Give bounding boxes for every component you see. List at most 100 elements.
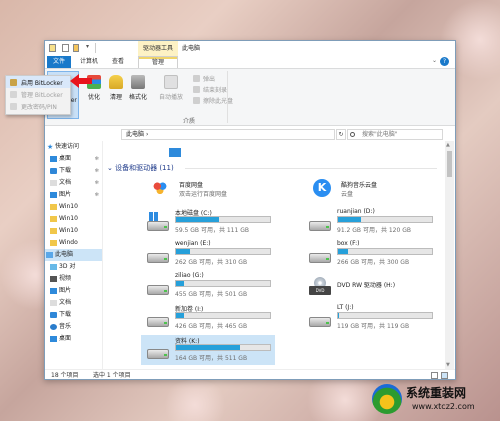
vertical-scrollbar[interactable]: ▲ ▼ [445, 141, 454, 369]
format-icon [131, 75, 145, 89]
app-tile-kugou[interactable]: K 酷狗音乐云盘 云盘 [303, 177, 437, 207]
nav-item-downloads[interactable]: 下载 ✻ [45, 165, 102, 177]
tab-view[interactable]: 查看 [107, 56, 129, 68]
ribbon-collapse-icon[interactable]: ⌄ [432, 57, 437, 64]
nav-item-pictures[interactable]: 图片 ✻ [45, 189, 102, 201]
nav-item-pictures[interactable]: 图片 [45, 285, 102, 297]
file-explorer-window: ▾ 驱动器工具 此电脑 文件 计算机 查看 管理 ⌄ ? BitLocker ▾… [44, 40, 456, 380]
menu-item-enable-bitlocker[interactable]: 启用 BitLocker [6, 76, 70, 88]
nav-item-label: 下载 [59, 311, 72, 318]
drive-tile-h[interactable]: DVD DVD RW 驱动器 (H:) [303, 271, 437, 301]
scroll-up-icon[interactable]: ▲ [446, 142, 450, 148]
bitlocker-menu: 启用 BitLocker 管理 BitLocker 更改密码/PIN [5, 75, 71, 115]
divider [95, 43, 96, 53]
password-icon [10, 102, 17, 110]
app-tile-baidu[interactable]: 百度网盘 双击运行百度网盘 [141, 177, 275, 207]
drive-tools-tab-header: 驱动器工具 [138, 41, 178, 56]
nav-item-music[interactable]: 音乐 [45, 321, 102, 333]
scrollbar-thumb[interactable] [447, 151, 452, 177]
nav-item-videos[interactable]: 视频 [45, 273, 102, 285]
details-view-icon[interactable] [431, 372, 438, 379]
drive-tile-f[interactable]: box (F:) 266 GB 可用，共 300 GB [303, 239, 437, 269]
nav-item-folder[interactable]: Win10 [45, 213, 102, 225]
watermark: 系统重装网 www.xtcz2.com [372, 382, 494, 416]
hard-drive-icon [147, 282, 169, 295]
tab-file[interactable]: 文件 [47, 56, 71, 68]
autoplay-button[interactable]: 自动播放 [157, 75, 185, 101]
erase-disc-button[interactable]: 擦除此光盘 [193, 95, 257, 106]
nav-item-label: 此电脑 [55, 251, 74, 258]
app-name: 百度网盘 [179, 182, 204, 189]
drive-name: ziliao (G:) [175, 272, 204, 279]
desktop-icon [50, 336, 57, 342]
drive-name: LT (J:) [337, 304, 354, 311]
nav-item-documents[interactable]: 文档 ✻ [45, 177, 102, 189]
nav-item-label: 桌面 [59, 335, 72, 342]
nav-item-desktop[interactable]: 桌面 [45, 333, 102, 345]
title-bar: ▾ 驱动器工具 此电脑 [45, 41, 455, 56]
nav-item-documents[interactable]: 文档 [45, 297, 102, 309]
folder-icon[interactable] [169, 148, 181, 157]
folder-icon [50, 240, 57, 246]
nav-item-label: Windo [59, 239, 78, 246]
drive-free-space: 266 GB 可用，共 300 GB [337, 259, 410, 266]
kugou-icon: K [313, 179, 331, 197]
format-button[interactable]: 格式化 [127, 75, 149, 101]
nav-item-label: 图片 [59, 191, 72, 198]
divider [227, 71, 228, 123]
drive-usage-bar [175, 216, 271, 223]
drive-tile-e[interactable]: wenjian (E:) 262 GB 可用，共 310 GB [141, 239, 275, 269]
help-icon[interactable]: ? [440, 57, 449, 66]
nav-item-desktop[interactable]: 桌面 ✻ [45, 153, 102, 165]
properties-icon[interactable] [62, 44, 69, 52]
folder-icon [50, 228, 57, 234]
nav-item-label: 下载 [59, 167, 72, 174]
cleanup-button[interactable]: 清理 [105, 75, 127, 101]
drive-tile-j[interactable]: LT (J:) 119 GB 可用，共 119 GB [303, 303, 437, 333]
format-label: 格式化 [128, 94, 147, 101]
nav-item-folder[interactable]: Windo [45, 237, 102, 249]
drive-tile-i[interactable]: 新加卷 (I:) 426 GB 可用，共 465 GB [141, 303, 275, 333]
nav-item-downloads[interactable]: 下载 [45, 309, 102, 321]
media-group-label: 介质 [183, 118, 196, 125]
download-icon [50, 168, 57, 174]
search-input[interactable]: 搜索"此电脑" [347, 129, 443, 140]
drive-tile-k[interactable]: 资料 (K:) 164 GB 可用，共 511 GB [141, 335, 275, 365]
tab-manage[interactable]: 管理 [138, 56, 178, 68]
nav-item-folder[interactable]: Win10 [45, 225, 102, 237]
drive-tile-g[interactable]: ziliao (G:) 455 GB 可用，共 501 GB [141, 271, 275, 301]
tab-computer[interactable]: 计算机 [74, 56, 104, 68]
nav-item-label: Win10 [59, 215, 78, 222]
bitlocker-key-icon [10, 90, 17, 98]
dvd-drive-icon: DVD [309, 277, 331, 295]
section-header-devices[interactable]: ⌄ 设备和驱动器 (11) [107, 163, 174, 173]
nav-item-quick-access[interactable]: ★ 快速访问 [45, 141, 102, 153]
nav-item-label: 音乐 [59, 323, 72, 330]
nav-item-3d-objects[interactable]: 3D 对 [45, 261, 102, 273]
scroll-down-icon[interactable]: ▼ [446, 362, 450, 368]
tiles-view-icon[interactable] [441, 372, 448, 379]
drive-tile-d[interactable]: ruanjian (D:) 91.2 GB 可用，共 120 GB [303, 207, 437, 237]
customize-quick-access-icon[interactable]: ▾ [86, 43, 89, 50]
nav-item-label: 文档 [59, 299, 72, 306]
refresh-icon[interactable]: ↻ [336, 129, 346, 140]
window-title: 此电脑 [182, 45, 201, 52]
red-arrow-annotation-icon [70, 74, 92, 88]
baidu-netdisk-icon [151, 179, 169, 197]
cleanup-label: 清理 [109, 94, 122, 101]
drive-free-space: 91.2 GB 可用，共 120 GB [337, 227, 411, 234]
nav-item-this-pc[interactable]: 此电脑 [45, 249, 102, 261]
menu-item-change-password[interactable]: 更改密码/PIN [6, 100, 70, 112]
drive-usage-bar [337, 248, 433, 255]
erase-disc-label: 擦除此光盘 [203, 98, 234, 105]
menu-item-label: 更改密码/PIN [21, 103, 57, 111]
drive-tile-c[interactable]: 本地磁盘 (C:) 59.5 GB 可用，共 111 GB [141, 207, 275, 237]
drive-name: ruanjian (D:) [337, 208, 375, 215]
nav-item-folder[interactable]: Win10 [45, 201, 102, 213]
address-bar[interactable]: 此电脑 › [121, 129, 335, 140]
new-folder-icon[interactable] [73, 44, 79, 52]
menu-item-manage-bitlocker[interactable]: 管理 BitLocker [6, 88, 70, 100]
finish-burn-button[interactable]: 结束刻录 [193, 84, 257, 95]
folder-icon[interactable] [49, 44, 56, 52]
eject-button[interactable]: 弹出 [193, 73, 257, 84]
